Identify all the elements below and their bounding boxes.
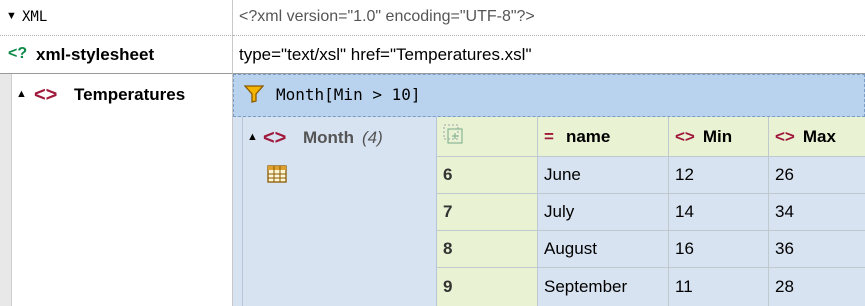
xml-declaration-text: <?xml version="1.0" encoding="UTF-8"?> xyxy=(239,8,535,25)
month-gutter xyxy=(233,117,243,306)
cell-name[interactable]: June xyxy=(538,157,669,194)
month-count: (4) xyxy=(362,128,383,147)
stylesheet-value-text: type="text/xsl" href="Temperatures.xsl" xyxy=(239,45,532,64)
column-header-name[interactable]: = name xyxy=(538,117,669,157)
month-expand-caret-icon[interactable]: ▲ xyxy=(247,131,258,143)
element-tag-icon: <> xyxy=(34,84,58,106)
element-tag-icon: <> xyxy=(775,126,795,146)
row-index[interactable]: 9 xyxy=(437,268,538,306)
cell-max[interactable]: 36 xyxy=(769,231,865,268)
cell-max[interactable]: 28 xyxy=(769,268,865,306)
cell-max[interactable]: 34 xyxy=(769,194,865,231)
row-index[interactable]: 6 xyxy=(437,157,538,194)
month-label-cell[interactable]: ▲ <> Month (4) xyxy=(243,117,437,306)
temperatures-label: Temperatures xyxy=(74,85,186,104)
left-gutter xyxy=(0,74,12,306)
column-header-label: name xyxy=(565,126,611,146)
cell-min[interactable]: 16 xyxy=(669,231,769,268)
row-index[interactable]: 8 xyxy=(437,231,538,268)
grid-corner-icon[interactable] xyxy=(443,124,463,149)
stylesheet-row-label-cell[interactable]: <? xml-stylesheet xyxy=(0,36,233,74)
processing-instruction-icon: <? xyxy=(8,45,28,62)
month-label: Month xyxy=(303,128,354,147)
element-tag-icon: <> xyxy=(675,126,695,146)
column-header-min[interactable]: <> Min xyxy=(669,117,769,157)
cell-min[interactable]: 14 xyxy=(669,194,769,231)
filter-bar[interactable]: Month[Min > 10] xyxy=(233,74,865,117)
cell-name[interactable]: August xyxy=(538,231,669,268)
filter-funnel-icon[interactable] xyxy=(243,85,265,108)
month-element-tag-icon: <> xyxy=(263,127,287,149)
cell-name[interactable]: July xyxy=(538,194,669,231)
cell-min[interactable]: 11 xyxy=(669,268,769,306)
cell-max[interactable]: 26 xyxy=(769,157,865,194)
xml-declaration-cell[interactable]: <?xml version="1.0" encoding="UTF-8"?> xyxy=(233,0,865,36)
filter-expression: Month[Min > 10] xyxy=(276,85,421,104)
column-header-label: Min xyxy=(702,126,733,146)
cell-min[interactable]: 12 xyxy=(669,157,769,194)
row-index[interactable]: 7 xyxy=(437,194,538,231)
collapse-caret-icon[interactable]: ▼ xyxy=(6,10,17,22)
stylesheet-label: xml-stylesheet xyxy=(36,45,155,64)
xml-row-label-cell[interactable]: ▼ XML xyxy=(0,0,233,36)
column-header-max[interactable]: <> Max xyxy=(769,117,865,157)
xml-label: XML xyxy=(22,9,48,25)
temperatures-label-cell[interactable]: ▲ <> Temperatures xyxy=(12,74,233,306)
expand-caret-icon[interactable]: ▲ xyxy=(16,88,27,100)
row-index-header[interactable] xyxy=(437,117,538,157)
table-view-icon[interactable] xyxy=(267,165,287,188)
stylesheet-value-cell[interactable]: type="text/xsl" href="Temperatures.xsl" xyxy=(233,36,865,74)
cell-name[interactable]: September xyxy=(538,268,669,306)
column-header-label: Max xyxy=(802,126,836,146)
attribute-icon: = xyxy=(544,126,554,146)
